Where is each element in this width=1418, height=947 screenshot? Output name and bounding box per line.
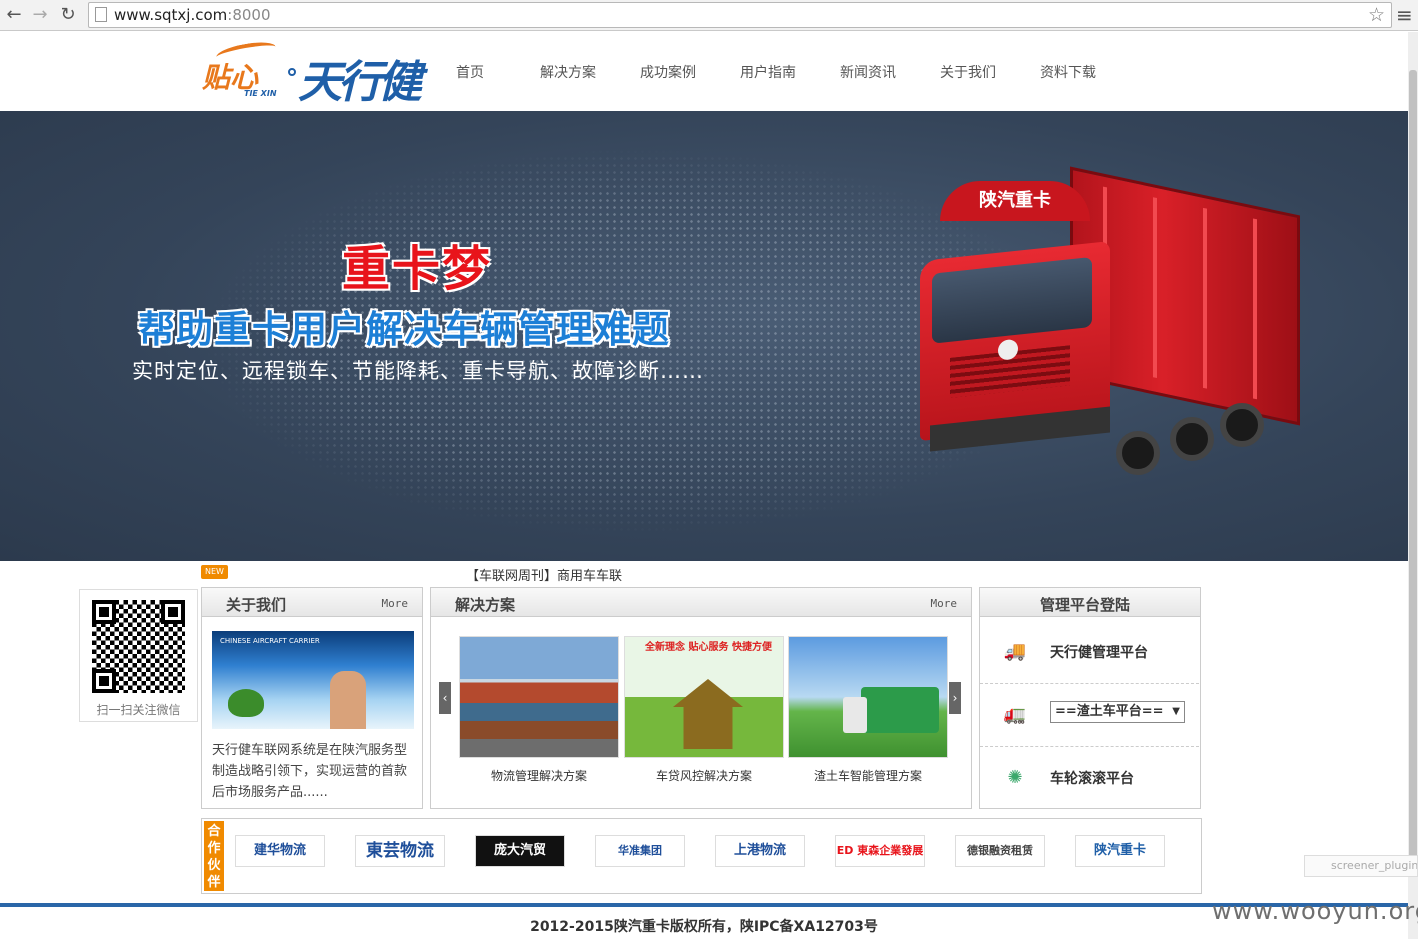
- scrollbar-thumb[interactable]: [1409, 70, 1417, 860]
- forward-icon[interactable]: →: [28, 3, 52, 27]
- nav-solutions[interactable]: 解决方案: [540, 62, 596, 82]
- scrollbar[interactable]: [1408, 32, 1418, 939]
- wheel: [1170, 417, 1214, 461]
- loan-image-text: 全新理念 贴心服务 快捷方便: [645, 642, 772, 653]
- page-icon: [95, 7, 107, 22]
- solutions-more-link[interactable]: More: [931, 597, 958, 610]
- watermark: www.wooyun.org: [1212, 897, 1418, 925]
- solution-caption[interactable]: 渣土车智能管理方案: [788, 767, 948, 784]
- solutions-panel: 解决方案 More ‹ › 全新理念 贴心服务 快捷方便 物流管理解决方案 车贷风…: [430, 587, 972, 809]
- spinner-icon: ✺: [1007, 767, 1023, 788]
- partner-logo[interactable]: 华准集团: [595, 835, 685, 867]
- banner-subtitle: 帮助重卡用户解决车辆管理难题: [138, 308, 670, 351]
- carousel-prev-button[interactable]: ‹: [439, 682, 451, 714]
- browser-toolbar: ← → ↻ www.sqtxj.com:8000 ☆ ≡: [0, 0, 1418, 31]
- wheel: [1116, 431, 1160, 475]
- partner-logo[interactable]: 庞大汽贸: [475, 835, 565, 867]
- qr-caption: 扫一扫关注微信: [96, 703, 181, 717]
- dropdown-arrow-icon: ▼: [1172, 706, 1180, 717]
- hero-banner[interactable]: 重卡梦 帮助重卡用户解决车辆管理难题 实时定位、远程锁车、节能降耗、重卡导航、故…: [0, 111, 1408, 561]
- new-badge: NEW: [201, 565, 228, 579]
- about-more-link[interactable]: More: [382, 597, 409, 610]
- tree-heart: [228, 689, 264, 717]
- solution-caption[interactable]: 物流管理解决方案: [459, 767, 619, 784]
- news-ticker[interactable]: 【车联网周刊】商用车车联: [466, 565, 628, 584]
- partner-logo[interactable]: 德银融资租赁: [955, 835, 1045, 867]
- truck-image: 陕汽重卡: [920, 166, 1300, 481]
- nav-guide[interactable]: 用户指南: [740, 62, 796, 82]
- bookmark-star-icon[interactable]: ☆: [1368, 4, 1385, 26]
- platform-select[interactable]: ==渣土车平台== ▼: [1050, 701, 1185, 723]
- platform-row-muck[interactable]: 🚛 ==渣土车平台== ▼: [980, 685, 1199, 747]
- platform-title: 管理平台登陆: [1040, 596, 1131, 614]
- back-icon[interactable]: ←: [2, 3, 26, 27]
- about-text: 天行健车联网系统是在陕汽服务型制造战略引领下，实现运营的首款后市场服务产品...…: [212, 743, 408, 800]
- carousel-next-button[interactable]: ›: [949, 682, 961, 714]
- partner-logo[interactable]: ED 東森企業發展: [835, 835, 925, 867]
- qr-finder: [92, 669, 116, 693]
- address-bar[interactable]: www.sqtxj.com:8000 ☆: [88, 2, 1392, 28]
- wheel: [1220, 403, 1264, 447]
- banner-desc: 实时定位、远程锁车、节能降耗、重卡导航、故障诊断……: [132, 359, 704, 383]
- partner-logo[interactable]: 東芸物流: [355, 835, 445, 867]
- platform-label[interactable]: 天行健管理平台: [1050, 642, 1148, 662]
- partner-logo[interactable]: 陕汽重卡: [1075, 835, 1165, 867]
- platform-row-tianxingjian[interactable]: 🚚 天行健管理平台: [980, 622, 1199, 684]
- red-truck-icon: 🚚: [1003, 641, 1027, 662]
- logo-sub: TIE XIN: [244, 89, 277, 98]
- reload-icon[interactable]: ↻: [56, 3, 80, 27]
- hands: [330, 671, 366, 729]
- solution-caption[interactable]: 车贷风控解决方案: [624, 767, 784, 784]
- qr-finder: [92, 600, 116, 624]
- truck-roof-sign: 陕汽重卡: [940, 181, 1090, 221]
- logo-dot: [288, 68, 296, 76]
- green-truck-icon: 🚛: [1003, 704, 1027, 725]
- platform-row-wheels[interactable]: ✺ 车轮滚滚平台: [980, 748, 1199, 810]
- solutions-title: 解决方案: [455, 596, 516, 614]
- platform-label[interactable]: 车轮滚滚平台: [1050, 768, 1134, 788]
- about-panel: 关于我们 More CHINESE AIRCRAFT CARRIER 天行健车联网…: [201, 587, 423, 809]
- qr-finder: [161, 600, 185, 624]
- url-text: www.sqtxj.com:8000: [114, 6, 271, 24]
- solution-muck-image[interactable]: [788, 636, 948, 758]
- site-logo[interactable]: 贴心 TIE XIN 天行健: [200, 38, 422, 108]
- about-image-label: CHINESE AIRCRAFT CARRIER: [220, 637, 320, 645]
- nav-home[interactable]: 首页: [456, 62, 484, 82]
- nav-cases[interactable]: 成功案例: [640, 62, 696, 82]
- banner-title: 重卡梦: [342, 241, 493, 297]
- about-image[interactable]: CHINESE AIRCRAFT CARRIER: [212, 631, 414, 729]
- platform-login-panel: 管理平台登陆 🚚 天行健管理平台 🚛 ==渣土车平台== ▼ ✺ 车轮滚滚平台: [979, 587, 1201, 809]
- nav-news[interactable]: 新闻资讯: [840, 62, 896, 82]
- solution-logistics-image[interactable]: [459, 636, 619, 758]
- footer-copyright: 2012-2015陕汽重卡版权所有，陕IPC备XA12703号: [0, 907, 1408, 939]
- wechat-qr: 扫一扫关注微信: [79, 589, 198, 722]
- partners-tag: 合作伙伴: [204, 821, 224, 891]
- solution-loan-image[interactable]: 全新理念 贴心服务 快捷方便: [624, 636, 784, 758]
- about-title: 关于我们: [226, 596, 287, 614]
- screener-plugin[interactable]: screener_plugin: [1304, 855, 1418, 877]
- partner-logo[interactable]: 上港物流: [715, 835, 805, 867]
- nav-download[interactable]: 资料下载: [1040, 62, 1096, 82]
- partner-logo[interactable]: 建华物流: [235, 835, 325, 867]
- nav-about[interactable]: 关于我们: [940, 62, 996, 82]
- menu-icon[interactable]: ≡: [1396, 3, 1413, 27]
- logo-brand: 天行健: [298, 57, 422, 108]
- partners-strip: 合作伙伴 建华物流 東芸物流 庞大汽贸 华准集团 上港物流 ED 東森企業發展 …: [201, 818, 1202, 894]
